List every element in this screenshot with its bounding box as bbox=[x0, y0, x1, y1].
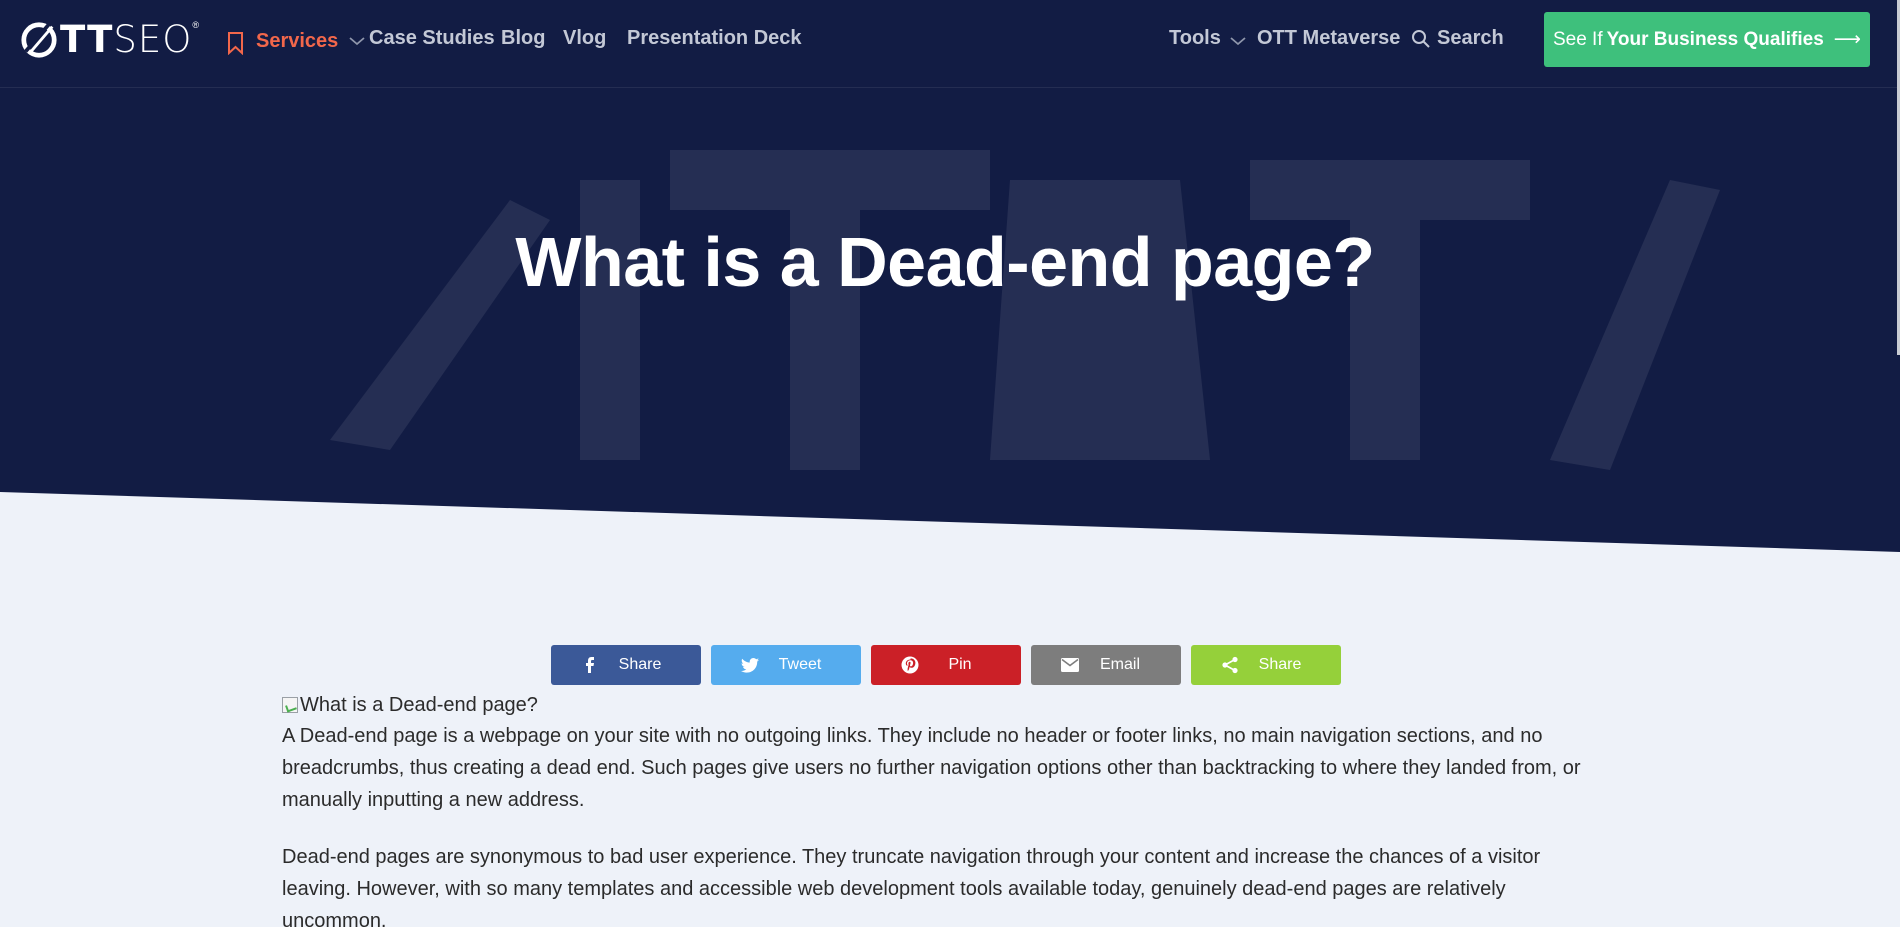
page-title: What is a Dead-end page? bbox=[515, 223, 1375, 301]
search-icon bbox=[1412, 29, 1430, 48]
share-buttons: Share Tweet Pin Email Share bbox=[551, 645, 1341, 685]
pinterest-icon bbox=[899, 654, 921, 676]
nav-search-label: Search bbox=[1437, 27, 1504, 49]
broken-image-icon bbox=[282, 697, 298, 713]
tweet-label: Tweet bbox=[778, 656, 822, 673]
brand-logo[interactable]: TTSEO ® bbox=[20, 18, 199, 61]
nav-case-studies[interactable]: Case Studies bbox=[369, 27, 495, 50]
twitter-share-button[interactable]: Tweet bbox=[711, 645, 861, 685]
qualify-cta-button[interactable]: See If Your Business Qualifies ⟶ bbox=[1544, 12, 1870, 67]
hero-background-graphic bbox=[330, 150, 1720, 470]
nav-presentation-deck[interactable]: Presentation Deck bbox=[627, 27, 802, 50]
nav-services[interactable]: Services bbox=[227, 27, 366, 55]
top-navigation-bar: TTSEO ® Services Case Studies Blog Vlog … bbox=[0, 0, 1900, 88]
cta-prefix: See If bbox=[1552, 28, 1603, 50]
nav-search[interactable]: Search bbox=[1411, 27, 1504, 50]
email-icon bbox=[1059, 654, 1081, 676]
share-icon bbox=[1219, 654, 1241, 676]
share-label: Share bbox=[1258, 656, 1302, 673]
nav-services-label: Services bbox=[256, 29, 339, 52]
nav-ott-metaverse[interactable]: OTT Metaverse bbox=[1257, 27, 1400, 50]
share-label: Share bbox=[618, 656, 662, 673]
pinterest-share-button[interactable]: Pin bbox=[871, 645, 1021, 685]
logo-mark-icon bbox=[21, 21, 57, 58]
pin-label: Pin bbox=[948, 656, 972, 673]
logo-registered-mark: ® bbox=[192, 20, 199, 30]
facebook-icon bbox=[579, 654, 601, 676]
image-alt-text: What is a Dead-end page? bbox=[300, 693, 538, 716]
nav-tools[interactable]: Tools bbox=[1169, 27, 1247, 50]
bookmark-icon bbox=[228, 32, 243, 55]
facebook-share-button[interactable]: Share bbox=[551, 645, 701, 685]
cta-bold-text: Your Business Qualifies bbox=[1606, 28, 1824, 50]
nav-blog[interactable]: Blog bbox=[501, 27, 545, 50]
arrow-right-icon: ⟶ bbox=[1833, 29, 1862, 50]
nav-tools-label: Tools bbox=[1169, 27, 1221, 49]
email-share-button[interactable]: Email bbox=[1031, 645, 1181, 685]
email-label: Email bbox=[1099, 656, 1140, 673]
article-image-placeholder: What is a Dead-end page? bbox=[282, 690, 1582, 720]
nav-vlog[interactable]: Vlog bbox=[563, 27, 606, 50]
twitter-icon bbox=[739, 654, 761, 676]
chevron-down-icon bbox=[349, 37, 365, 46]
generic-share-button[interactable]: Share bbox=[1191, 645, 1341, 685]
logo-text: TTSEO bbox=[60, 18, 193, 61]
article-body: What is a Dead-end page? A Dead-end page… bbox=[282, 690, 1582, 927]
article-paragraph: A Dead-end page is a webpage on your sit… bbox=[282, 725, 1581, 811]
chevron-down-icon bbox=[1230, 36, 1246, 45]
article-paragraph: Dead-end pages are synonymous to bad use… bbox=[282, 846, 1541, 927]
